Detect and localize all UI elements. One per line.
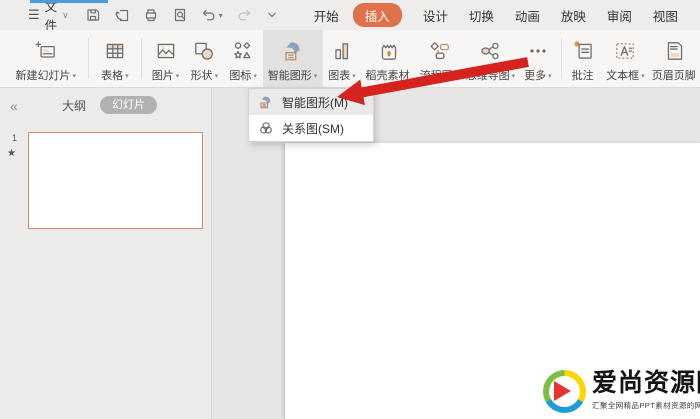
textbox-icon <box>613 37 637 65</box>
ribbon-label: 更多 ▾ <box>524 70 552 82</box>
shapes-icon <box>192 37 216 65</box>
menu-item-label: 智能图形(M) <box>282 95 348 110</box>
tab-view[interactable]: 视图 <box>653 6 678 25</box>
redo-icon <box>238 9 251 21</box>
tab-home[interactable]: 开始 <box>314 6 339 25</box>
ribbon-label: 图表 ▾ <box>328 70 356 82</box>
tab-slideshow[interactable]: 放映 <box>561 6 586 25</box>
ribbon-label: 新建幻灯片 ▾ <box>15 70 77 82</box>
icons-button[interactable]: 图标 ▾ <box>224 30 263 87</box>
star-icon: ★ <box>7 148 16 159</box>
print-button[interactable] <box>143 7 159 23</box>
textbox-button[interactable]: 文本框 ▾ <box>601 30 649 87</box>
save-button[interactable] <box>85 7 101 23</box>
table-button[interactable]: 表格 ▾ <box>93 30 138 87</box>
undo-button[interactable]: ▾ <box>201 7 223 23</box>
watermark-subtitle: 汇聚全网精品PPT素材资源的网站 <box>592 401 700 410</box>
play-logo-icon <box>543 370 586 413</box>
slide-panel-header: « 大纲 幻灯片 <box>0 96 211 116</box>
icons-icon <box>231 37 255 65</box>
file-menu-label: 文件 <box>44 0 58 33</box>
title-menu-bar: ☰ 文件 ∨ ▾ 开始 插入 设计 切换 动画 放映 审阅 视图 <box>0 0 700 33</box>
slide-panel: « 大纲 幻灯片 1 ★ <box>0 88 212 419</box>
relationship-diagram-menu-icon <box>260 122 272 134</box>
save-icon <box>87 9 99 21</box>
collapse-panel-button[interactable]: « <box>10 96 18 116</box>
file-menu-button[interactable]: ☰ 文件 ∨ <box>28 0 69 34</box>
ribbon-toolbar: 新建幻灯片 ▾ 表格 ▾ 图片 ▾ 形状 ▾ 图标 ▾ 智能图形 ▾ 图表 ▾ … <box>0 30 700 88</box>
tab-outline[interactable]: 大纲 <box>62 96 86 116</box>
tab-transition[interactable]: 切换 <box>469 6 494 25</box>
chevron-down-icon <box>268 12 276 18</box>
hamburger-icon: ☰ <box>28 7 40 22</box>
more-button[interactable]: 更多 ▾ <box>518 30 557 87</box>
ribbon-label: 图标 ▾ <box>229 70 257 82</box>
flowchart-button[interactable]: 流程图 ▾ <box>416 30 463 87</box>
wps-presentation-window: ☰ 文件 ∨ ▾ 开始 插入 设计 切换 动画 放映 审阅 视图 新建幻灯片 ▾… <box>0 0 700 419</box>
ribbon-label: 思维导图 ▾ <box>465 70 516 82</box>
ribbon-label: 稻壳素材 <box>365 70 410 82</box>
smart-graphics-dropdown: 智能图形(M) 关系图(SM) <box>248 88 374 142</box>
chart-icon <box>330 37 354 65</box>
header-footer-icon <box>663 37 687 65</box>
separator <box>87 38 89 79</box>
redo-button[interactable] <box>236 7 252 23</box>
print-icon <box>145 9 156 22</box>
print-preview-icon <box>174 8 185 22</box>
chevron-down-icon: ∨ <box>62 9 69 20</box>
watermark-logo: 爱尚资源网 汇聚全网精品PPT素材资源的网站 <box>543 370 700 418</box>
docer-material-button[interactable]: 稻壳素材 <box>361 30 415 87</box>
ribbon-label: 表格 ▾ <box>101 70 129 82</box>
tab-design[interactable]: 设计 <box>423 6 448 25</box>
ribbon-label: 流程图 ▾ <box>419 70 459 82</box>
flowchart-icon <box>427 37 451 65</box>
tab-insert[interactable]: 插入 <box>352 3 402 27</box>
new-slide-icon <box>34 37 58 65</box>
smart-graphics-button[interactable]: 智能图形 ▾ <box>262 30 323 87</box>
picture-icon <box>154 37 178 65</box>
tab-review[interactable]: 审阅 <box>607 6 632 25</box>
ribbon-label: 文本框 ▾ <box>606 70 645 82</box>
chart-button[interactable]: 图表 ▾ <box>323 30 362 87</box>
header-footer-button[interactable]: 页眉页脚 <box>650 30 700 87</box>
slide-number: 1 <box>12 133 18 143</box>
separator <box>141 38 143 79</box>
export-icon <box>115 9 128 22</box>
ribbon-label: 图片 ▾ <box>151 70 180 82</box>
shapes-button[interactable]: 形状 ▾ <box>185 30 224 87</box>
watermark-title: 爱尚资源网 <box>592 370 700 397</box>
more-dots-icon <box>526 37 550 65</box>
ribbon-label: 批注 <box>571 70 594 82</box>
picture-button[interactable]: 图片 ▾ <box>146 30 185 87</box>
customize-quick-access-button[interactable] <box>265 8 279 22</box>
slide-thumbnail[interactable] <box>28 132 203 229</box>
docer-material-icon <box>377 37 401 65</box>
ribbon-label: 形状 ▾ <box>190 70 219 82</box>
document-tab-accent <box>30 0 108 3</box>
table-icon <box>103 37 127 65</box>
mindmap-icon <box>478 37 502 65</box>
quick-access-toolbar: ▾ <box>85 7 279 23</box>
undo-icon <box>202 9 215 21</box>
export-button[interactable] <box>114 7 130 23</box>
undo-caret-icon: ▾ <box>218 10 223 20</box>
mindmap-button[interactable]: 思维导图 ▾ <box>462 30 518 87</box>
ribbon-label: 页眉页脚 <box>651 70 696 82</box>
smart-graphics-icon <box>281 37 305 65</box>
ribbon-label: 智能图形 ▾ <box>267 70 318 82</box>
print-preview-button[interactable] <box>172 7 188 23</box>
tab-animation[interactable]: 动画 <box>515 6 540 25</box>
new-slide-button[interactable]: 新建幻灯片 ▾ <box>8 30 84 87</box>
ribbon-tabs: 开始 插入 设计 切换 动画 放映 审阅 视图 开发工具 会员专享 <box>293 3 700 27</box>
comment-icon <box>572 37 596 65</box>
smart-graphics-menu-icon <box>260 96 271 109</box>
menu-item-relationship-diagram[interactable]: 关系图(SM) <box>249 115 373 141</box>
menu-item-label: 关系图(SM) <box>282 121 344 136</box>
tab-slides[interactable]: 幻灯片 <box>100 96 157 114</box>
separator <box>561 38 563 79</box>
menu-item-smart-graphics[interactable]: 智能图形(M) <box>249 89 373 115</box>
comment-button[interactable]: 批注 <box>566 30 601 87</box>
